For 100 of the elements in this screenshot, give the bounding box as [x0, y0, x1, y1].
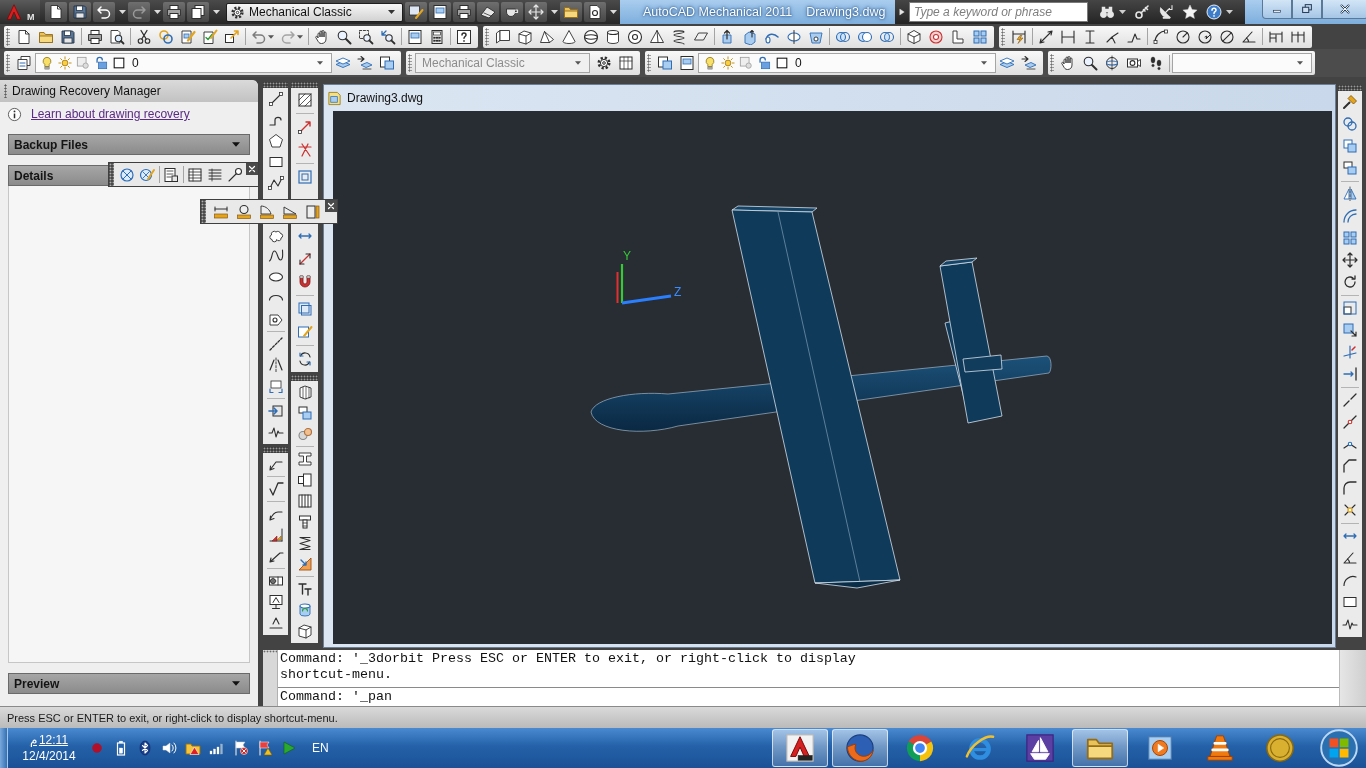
grip-icon[interactable] [485, 27, 489, 46]
box-arrow-icon[interactable] [267, 402, 284, 419]
layer-dropdown[interactable]: 0 [698, 53, 996, 73]
clock-period[interactable]: م [29, 732, 37, 748]
grid-page-icon[interactable] [618, 55, 634, 71]
box-arrow-up-icon[interactable] [742, 28, 758, 45]
command-input-field[interactable]: Command: '_pan [278, 688, 1339, 705]
box-bar-icon[interactable] [304, 203, 321, 220]
magnifier-icon[interactable] [1082, 55, 1098, 71]
page-icon[interactable] [16, 28, 32, 45]
hand-icon[interactable] [314, 28, 330, 45]
broken-line-icon[interactable] [1342, 392, 1358, 408]
parallel-arcs-icon[interactable] [1342, 208, 1358, 224]
orb-icon[interactable] [1320, 729, 1358, 767]
grip-icon[interactable] [4, 84, 7, 98]
window-pane-icon[interactable] [429, 2, 451, 22]
root-sign-icon[interactable] [267, 480, 284, 497]
ring-icon[interactable] [928, 28, 944, 45]
list-lines-icon[interactable] [207, 166, 223, 183]
rectangle-icon[interactable] [1342, 594, 1358, 610]
two-blocks-icon[interactable] [296, 471, 313, 488]
scrollbar[interactable] [1339, 650, 1366, 706]
show-desktop-button[interactable] [0, 728, 8, 768]
caret-icon[interactable] [1119, 10, 1126, 14]
restore-icon[interactable] [1292, 0, 1322, 19]
grip-icon[interactable] [6, 27, 10, 46]
grip-icon[interactable] [1050, 54, 1054, 72]
language-indicator[interactable]: EN [312, 741, 329, 755]
cube-frame-icon[interactable] [906, 28, 922, 45]
status-dot-icon[interactable] [89, 740, 105, 756]
arc-dimension-icon[interactable] [1153, 28, 1169, 45]
overlapping-sheets-icon[interactable] [379, 55, 395, 71]
diameter-icon[interactable] [1219, 28, 1235, 45]
frame-brackets-icon[interactable] [267, 377, 284, 394]
burst-lines-icon[interactable] [1342, 502, 1358, 518]
box-corner-arrow-icon[interactable] [1342, 322, 1358, 338]
cup-icon[interactable] [501, 2, 523, 22]
star-icon[interactable] [1182, 4, 1198, 20]
l-shape-icon[interactable] [950, 28, 966, 45]
striped-block-icon[interactable] [296, 492, 313, 509]
rounded-corner-icon[interactable] [1342, 480, 1358, 496]
section-header[interactable]: Preview [8, 673, 250, 694]
key-icon[interactable] [1134, 4, 1150, 20]
sailboat-tile-icon[interactable] [1025, 733, 1055, 763]
rotate-arrow-icon[interactable] [1342, 274, 1358, 290]
dashed-line-icon[interactable] [267, 335, 284, 352]
calculator-icon[interactable] [429, 28, 445, 45]
printer-icon[interactable] [453, 2, 475, 22]
folded-sheet-icon[interactable] [495, 28, 511, 45]
spline-icon[interactable] [267, 247, 284, 264]
jogged-arc-icon[interactable] [1197, 28, 1213, 45]
cone-icon[interactable] [561, 28, 577, 45]
diagonal-arrow-icon[interactable] [296, 118, 313, 135]
pyramid-icon[interactable] [649, 28, 665, 45]
scale-arrows-icon[interactable] [296, 250, 313, 267]
stacked-boxes-icon[interactable] [296, 404, 313, 421]
scissors-icon[interactable] [136, 28, 152, 45]
layers-stack-icon[interactable] [335, 55, 351, 71]
orbit-globe-icon[interactable] [1104, 55, 1120, 71]
caret-icon[interactable] [297, 34, 303, 39]
spheres-icon[interactable] [296, 425, 313, 442]
coil-icon[interactable] [671, 28, 687, 45]
window-pane-icon[interactable] [679, 55, 695, 71]
sphere-icon[interactable] [583, 28, 599, 45]
grip-icon[interactable] [201, 200, 206, 223]
grip-icon[interactable] [1338, 85, 1362, 91]
folder-icon[interactable] [560, 2, 582, 22]
circle-ruler-icon[interactable] [235, 203, 252, 220]
cylinder-icon[interactable] [605, 28, 621, 45]
symmetry-lines-icon[interactable] [267, 356, 284, 373]
camera-icon[interactable] [1126, 55, 1142, 71]
workspace-dropdown[interactable]: Mechanical Classic [226, 2, 403, 22]
minimize-icon[interactable] [1262, 0, 1292, 19]
footprints-icon[interactable] [1148, 55, 1164, 71]
layers-arrow-icon[interactable] [357, 55, 373, 71]
hand-icon[interactable] [1060, 55, 1076, 71]
triangle-arrow-icon[interactable] [899, 8, 905, 16]
arrow-to-line-icon[interactable] [1342, 366, 1358, 382]
help-link[interactable]: Learn about drawing recovery [31, 107, 190, 121]
grip-icon[interactable] [6, 54, 10, 72]
grip-icon[interactable] [408, 54, 412, 72]
printer-icon[interactable] [163, 2, 185, 22]
angle-ruler-icon[interactable] [258, 203, 275, 220]
grip-icon[interactable] [263, 447, 288, 453]
flag-cross-icon[interactable] [233, 740, 249, 756]
coin-icon[interactable] [1265, 733, 1295, 763]
close-icon[interactable] [325, 200, 337, 212]
grip-icon[interactable] [263, 82, 288, 88]
linked-circles-icon[interactable] [1342, 116, 1358, 132]
fox-globe-icon[interactable] [832, 729, 888, 767]
point-polyline-icon[interactable] [267, 174, 284, 191]
window-pane-icon[interactable] [407, 28, 423, 45]
caret-icon[interactable] [268, 34, 274, 39]
stacked-pages-icon[interactable] [187, 2, 209, 22]
grip-icon[interactable] [1001, 27, 1005, 46]
linked-rings-icon[interactable] [158, 28, 174, 45]
ellipse-axis-icon[interactable] [786, 28, 802, 45]
crossed-lines-icon[interactable] [296, 141, 313, 158]
radius-icon[interactable] [1175, 28, 1191, 45]
section-header[interactable]: Backup Files [8, 134, 250, 155]
